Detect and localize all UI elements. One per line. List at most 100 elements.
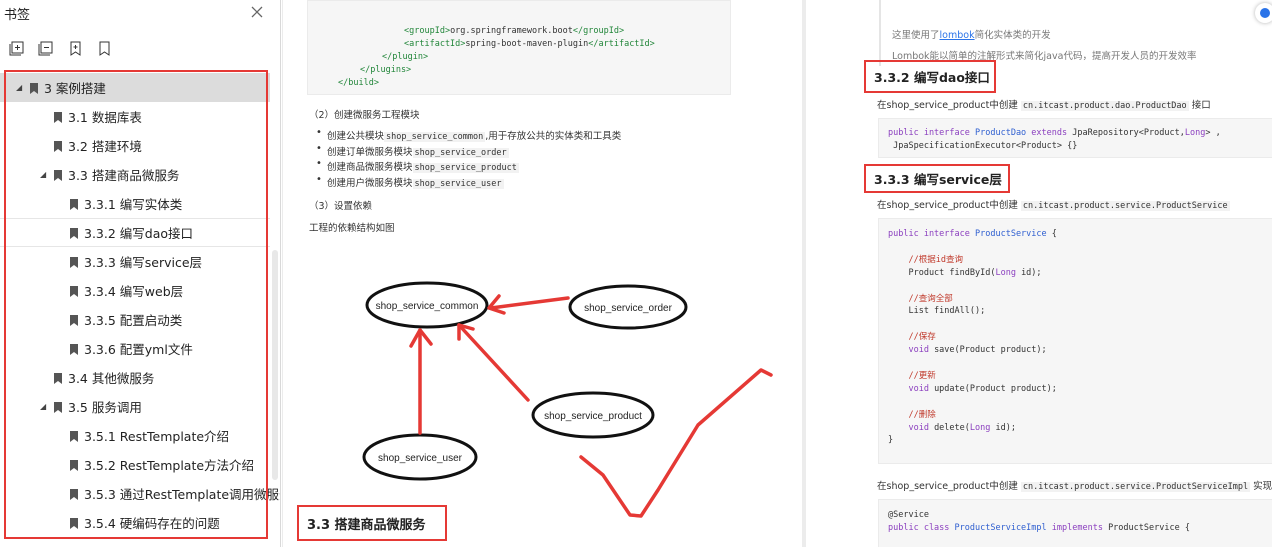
bookmark-item[interactable]: 3.1 数据库表: [0, 102, 270, 131]
bookmark-item[interactable]: 3.3.3 编写service层: [0, 247, 270, 276]
bookmark-item[interactable]: 3.5.2 RestTemplate方法介绍: [0, 450, 270, 479]
bookmark-item-icon: [54, 372, 62, 384]
add-bookmark-icon[interactable]: [66, 40, 84, 56]
bookmark-panel: 书签 ◢ 3 案例搭建 3.1 数据库表 3.2 搭建环境 ◢ 3.3 搭建商品微服务 3.…: [0, 0, 281, 547]
collapse-bookmark-icon[interactable]: [37, 40, 55, 56]
bookmark-item-label: 3.3.2 编写dao接口: [84, 226, 194, 241]
code-line: JpaSpecificationExecutor<Product> {}: [888, 141, 1078, 151]
code-line: @Service: [888, 510, 929, 520]
bookmark-item-icon: [70, 256, 78, 268]
bookmark-item-icon: [30, 82, 38, 94]
bookmark-item-label: 3.3.6 配置yml文件: [84, 342, 193, 357]
code-line: //删除: [888, 409, 936, 420]
expand-toggle-icon[interactable]: ◢: [40, 170, 48, 179]
bookmark-item[interactable]: ◢ 3 案例搭建: [0, 73, 270, 102]
node-product: shop_service_product: [531, 391, 655, 439]
code-line: //更新: [888, 370, 936, 381]
bookmark-item-icon: [70, 459, 78, 471]
document-page-2: 这里使用了lombok简化实体类的开发 Lombok能以简单的注解形式来简化ja…: [806, 0, 1272, 547]
bookmark-icon[interactable]: [95, 40, 113, 56]
bookmark-item[interactable]: 3.5.4 硬编码存在的问题: [0, 508, 270, 537]
dependency-diagram: shop_service_common shop_service_order s…: [362, 281, 773, 518]
bookmark-item[interactable]: 3.3.4 编写web层: [0, 276, 270, 305]
code-line: void delete(Long id);: [888, 422, 1016, 433]
code-line: public interface ProductService {: [888, 229, 1057, 239]
section-title-3-3-2: 3.3.2 编写dao接口: [864, 60, 996, 93]
node-user: shop_service_user: [362, 433, 478, 481]
node-order-label: shop_service_order: [584, 303, 672, 314]
impl-description: 在shop_service_product中创建 cn.itcast.produ…: [877, 481, 1272, 492]
code-block-impl: @Service public class ProductServiceImpl …: [878, 499, 1272, 547]
node-user-label: shop_service_user: [378, 453, 463, 464]
section-title-3-3: 3.3 搭建商品微服务: [297, 505, 447, 541]
code-line: //保存: [888, 332, 936, 343]
bookmark-item-label: 3.1 数据库表: [68, 110, 142, 125]
code-line: //根据id查询: [888, 254, 963, 265]
bookmark-item-label: 3.3.5 配置启动类: [84, 313, 183, 328]
code-line: Product findById(Long id);: [888, 267, 1042, 278]
bookmark-item-label: 3.4 其他微服务: [68, 371, 155, 386]
document-page-1: <groupId>org.springframework.boot</group…: [283, 0, 802, 547]
bookmark-item-label: 3.5.2 RestTemplate方法介绍: [84, 458, 255, 473]
bookmark-item-icon: [70, 430, 78, 442]
bookmark-item-icon: [70, 227, 78, 239]
bookmark-item[interactable]: 3.3.1 编写实体类: [0, 189, 270, 218]
bookmark-item[interactable]: 3.5.3 通过RestTemplate调用微服务: [0, 479, 280, 508]
arrow-product-to-common: [457, 323, 530, 402]
code-line: public class ProductServiceImpl implemen…: [888, 523, 1190, 533]
bookmark-item-icon: [54, 140, 62, 152]
assistant-float-icon[interactable]: [1255, 3, 1272, 23]
bookmark-item[interactable]: 3.4 其他微服务: [0, 363, 270, 392]
lombok-link[interactable]: lombok: [940, 30, 975, 41]
bookmark-toolbar: [8, 40, 113, 56]
code-line: List findAll();: [888, 306, 986, 317]
node-product-label: shop_service_product: [544, 411, 642, 422]
bookmark-item[interactable]: 3.5.1 RestTemplate介绍: [0, 421, 270, 450]
lombok-note: 这里使用了lombok简化实体类的开发: [892, 30, 1051, 41]
expand-toggle-icon[interactable]: ◢: [40, 402, 48, 411]
bookmark-item-icon: [70, 343, 78, 355]
bookmark-item-label: 3.3.4 编写web层: [84, 284, 184, 299]
node-common: shop_service_common: [365, 281, 489, 329]
close-icon[interactable]: [250, 4, 264, 18]
bookmark-item-label: 3.5.1 RestTemplate介绍: [84, 429, 230, 444]
bookmark-item-label: 3.3.3 编写service层: [84, 255, 203, 270]
quote-bar: [879, 0, 881, 66]
bookmark-item-label: 3.5 服务调用: [68, 400, 142, 415]
bookmark-item-icon: [54, 169, 62, 181]
service-description: 在shop_service_product中创建 cn.itcast.produ…: [877, 200, 1230, 211]
node-common-label: shop_service_common: [376, 301, 479, 312]
dao-description: 在shop_service_product中创建 cn.itcast.produ…: [877, 100, 1211, 111]
bookmark-item-label: 3.3 搭建商品微服务: [68, 168, 180, 183]
bookmark-item-label: 3.3.1 编写实体类: [84, 197, 183, 212]
bookmark-item[interactable]: 3.2 搭建环境: [0, 131, 270, 160]
arrow-order-to-common: [489, 296, 570, 310]
section-title-3-3-3: 3.3.3 编写service层: [864, 164, 1010, 193]
bookmark-item-icon: [70, 314, 78, 326]
bookmark-panel-title: 书签: [4, 8, 31, 23]
code-block-dao: public interface ProductDao extends JpaR…: [878, 118, 1272, 158]
code-line: void save(Product product);: [888, 345, 1047, 356]
bookmark-item-icon: [54, 111, 62, 123]
bookmark-item-label: 3.5.3 通过RestTemplate调用微服务: [84, 487, 281, 502]
code-line: //查询全部: [888, 293, 953, 304]
bookmark-item[interactable]: 3.3.6 配置yml文件: [0, 334, 270, 363]
expand-bookmark-icon[interactable]: [8, 40, 26, 56]
scrollbar[interactable]: [272, 250, 278, 480]
bookmark-item-icon: [70, 285, 78, 297]
expand-toggle-icon[interactable]: ◢: [16, 83, 24, 92]
bookmark-item[interactable]: 3.3.2 编写dao接口: [0, 218, 270, 247]
code-line: void update(Product product);: [888, 383, 1057, 394]
bookmark-item-icon: [54, 401, 62, 413]
bookmark-item-icon: [70, 488, 78, 500]
code-line: }: [888, 435, 894, 446]
bookmark-item[interactable]: ◢ 3.5 服务调用: [0, 392, 270, 421]
node-order: shop_service_order: [568, 284, 688, 330]
bookmark-item[interactable]: 3.3.5 配置启动类: [0, 305, 270, 334]
bookmark-item[interactable]: ◢ 3.3 搭建商品微服务: [0, 160, 270, 189]
bookmark-item-label: 3.5.4 硬编码存在的问题: [84, 516, 220, 531]
bookmark-item-icon: [70, 198, 78, 210]
bookmark-tree: ◢ 3 案例搭建 3.1 数据库表 3.2 搭建环境 ◢ 3.3 搭建商品微服务 3.3.1…: [0, 73, 280, 537]
code-block-service: public interface ProductService { //根据id…: [878, 218, 1272, 464]
bookmark-item-label: 3.2 搭建环境: [68, 139, 142, 154]
